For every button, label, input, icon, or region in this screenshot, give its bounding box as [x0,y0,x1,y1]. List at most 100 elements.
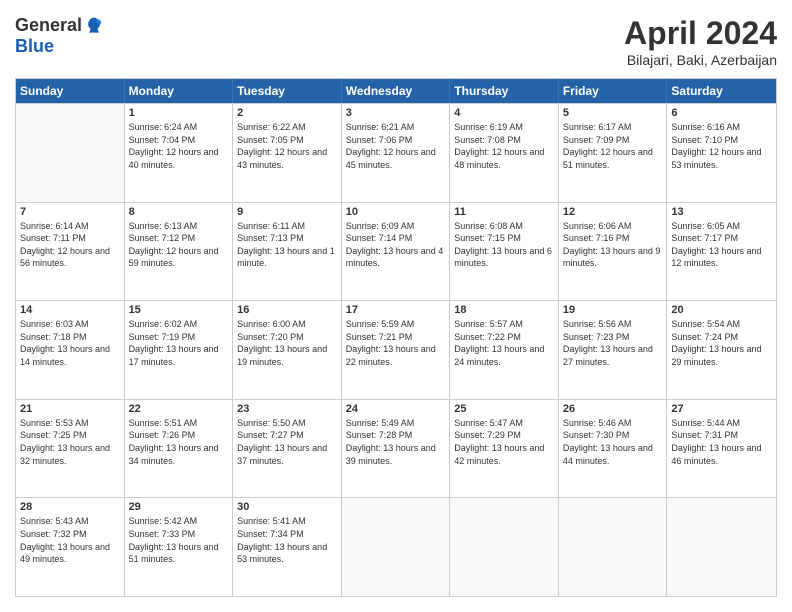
day-cell-27: 27 Sunrise: 5:44 AMSunset: 7:31 PMDayligh… [667,400,776,498]
day-cell-26: 26 Sunrise: 5:46 AMSunset: 7:30 PMDayligh… [559,400,668,498]
day-info: Sunrise: 6:02 AMSunset: 7:19 PMDaylight:… [129,318,229,368]
empty-cell [559,498,668,596]
day-info: Sunrise: 6:08 AMSunset: 7:15 PMDaylight:… [454,220,554,270]
day-cell-28: 28Sunrise: 5:43 AMSunset: 7:32 PMDayligh… [16,498,125,596]
day-number: 28 [20,501,120,513]
day-number: 25 [454,403,554,415]
day-info: Sunrise: 5:50 AMSunset: 7:27 PMDaylight:… [237,417,337,467]
day-number: 27 [671,403,772,415]
empty-cell [667,498,776,596]
day-number: 10 [346,206,446,218]
day-number: 16 [237,304,337,316]
day-cell-6: 6 Sunrise: 6:16 AMSunset: 7:10 PMDaylight… [667,104,776,202]
day-number: 11 [454,206,554,218]
day-info: Sunrise: 6:22 AMSunset: 7:05 PMDaylight:… [237,121,337,171]
header: General Blue April 2024 Bilajari, Baki, … [15,15,777,68]
day-info: Sunrise: 5:44 AMSunset: 7:31 PMDaylight:… [671,417,772,467]
week-row-2: 7Sunrise: 6:14 AMSunset: 7:11 PMDaylight… [16,202,776,301]
day-info: Sunrise: 6:03 AMSunset: 7:18 PMDaylight:… [20,318,120,368]
day-number: 23 [237,403,337,415]
day-info: Sunrise: 5:46 AMSunset: 7:30 PMDaylight:… [563,417,663,467]
header-day-wednesday: Wednesday [342,79,451,103]
calendar-header: SundayMondayTuesdayWednesdayThursdayFrid… [16,79,776,103]
day-number: 2 [237,107,337,119]
day-cell-2: 2 Sunrise: 6:22 AMSunset: 7:05 PMDaylight… [233,104,342,202]
day-cell-23: 23 Sunrise: 5:50 AMSunset: 7:27 PMDayligh… [233,400,342,498]
logo-bird-icon [84,16,104,36]
day-info: Sunrise: 6:16 AMSunset: 7:10 PMDaylight:… [671,121,772,171]
empty-cell [342,498,451,596]
header-day-sunday: Sunday [16,79,125,103]
day-info: Sunrise: 5:59 AMSunset: 7:21 PMDaylight:… [346,318,446,368]
day-cell-3: 3 Sunrise: 6:21 AMSunset: 7:06 PMDaylight… [342,104,451,202]
day-cell-10: 10 Sunrise: 6:09 AMSunset: 7:14 PMDayligh… [342,203,451,301]
day-info: Sunrise: 6:09 AMSunset: 7:14 PMDaylight:… [346,220,446,270]
day-number: 5 [563,107,663,119]
week-row-4: 21 Sunrise: 5:53 AMSunset: 7:25 PMDayligh… [16,399,776,498]
day-info: Sunrise: 5:47 AMSunset: 7:29 PMDaylight:… [454,417,554,467]
empty-cell [16,104,125,202]
day-number: 13 [671,206,772,218]
day-cell-25: 25 Sunrise: 5:47 AMSunset: 7:29 PMDayligh… [450,400,559,498]
day-cell-29: 29 Sunrise: 5:42 AMSunset: 7:33 PMDayligh… [125,498,234,596]
day-cell-8: 8 Sunrise: 6:13 AMSunset: 7:12 PMDaylight… [125,203,234,301]
day-cell-24: 24Sunrise: 5:49 AMSunset: 7:28 PMDayligh… [342,400,451,498]
day-number: 29 [129,501,229,513]
day-number: 6 [671,107,772,119]
day-number: 3 [346,107,446,119]
day-number: 15 [129,304,229,316]
day-info: Sunrise: 5:57 AMSunset: 7:22 PMDaylight:… [454,318,554,368]
day-number: 8 [129,206,229,218]
day-number: 17 [346,304,446,316]
day-info: Sunrise: 6:19 AMSunset: 7:08 PMDaylight:… [454,121,554,171]
day-info: Sunrise: 6:05 AMSunset: 7:17 PMDaylight:… [671,220,772,270]
day-number: 22 [129,403,229,415]
header-day-monday: Monday [125,79,234,103]
day-cell-20: 20 Sunrise: 5:54 AMSunset: 7:24 PMDayligh… [667,301,776,399]
day-info: Sunrise: 5:53 AMSunset: 7:25 PMDaylight:… [20,417,120,467]
day-cell-19: 19Sunrise: 5:56 AMSunset: 7:23 PMDayligh… [559,301,668,399]
day-info: Sunrise: 6:13 AMSunset: 7:12 PMDaylight:… [129,220,229,270]
day-cell-5: 5 Sunrise: 6:17 AMSunset: 7:09 PMDaylight… [559,104,668,202]
day-cell-21: 21 Sunrise: 5:53 AMSunset: 7:25 PMDayligh… [16,400,125,498]
day-info: Sunrise: 6:24 AMSunset: 7:04 PMDaylight:… [129,121,229,171]
day-info: Sunrise: 5:42 AMSunset: 7:33 PMDaylight:… [129,515,229,565]
day-number: 14 [20,304,120,316]
title-area: April 2024 Bilajari, Baki, Azerbaijan [624,15,777,68]
header-day-thursday: Thursday [450,79,559,103]
day-cell-18: 18 Sunrise: 5:57 AMSunset: 7:22 PMDayligh… [450,301,559,399]
day-number: 18 [454,304,554,316]
day-cell-1: 1 Sunrise: 6:24 AMSunset: 7:04 PMDaylight… [125,104,234,202]
week-row-5: 28Sunrise: 5:43 AMSunset: 7:32 PMDayligh… [16,497,776,596]
logo-blue-text: Blue [15,36,54,57]
day-info: Sunrise: 5:41 AMSunset: 7:34 PMDaylight:… [237,515,337,565]
week-row-3: 14 Sunrise: 6:03 AMSunset: 7:18 PMDayligh… [16,300,776,399]
day-info: Sunrise: 5:54 AMSunset: 7:24 PMDaylight:… [671,318,772,368]
day-info: Sunrise: 6:00 AMSunset: 7:20 PMDaylight:… [237,318,337,368]
day-cell-22: 22Sunrise: 5:51 AMSunset: 7:26 PMDayligh… [125,400,234,498]
day-number: 1 [129,107,229,119]
day-cell-14: 14 Sunrise: 6:03 AMSunset: 7:18 PMDayligh… [16,301,125,399]
day-cell-4: 4Sunrise: 6:19 AMSunset: 7:08 PMDaylight… [450,104,559,202]
day-number: 21 [20,403,120,415]
day-cell-17: 17 Sunrise: 5:59 AMSunset: 7:21 PMDayligh… [342,301,451,399]
day-cell-12: 12Sunrise: 6:06 AMSunset: 7:16 PMDayligh… [559,203,668,301]
day-cell-30: 30 Sunrise: 5:41 AMSunset: 7:34 PMDayligh… [233,498,342,596]
month-title: April 2024 [624,15,777,52]
day-number: 30 [237,501,337,513]
day-cell-16: 16 Sunrise: 6:00 AMSunset: 7:20 PMDayligh… [233,301,342,399]
day-number: 9 [237,206,337,218]
day-info: Sunrise: 6:17 AMSunset: 7:09 PMDaylight:… [563,121,663,171]
page: General Blue April 2024 Bilajari, Baki, … [0,0,792,612]
day-number: 20 [671,304,772,316]
week-row-1: 1 Sunrise: 6:24 AMSunset: 7:04 PMDaylight… [16,103,776,202]
day-cell-9: 9Sunrise: 6:11 AMSunset: 7:13 PMDaylight… [233,203,342,301]
empty-cell [450,498,559,596]
day-number: 7 [20,206,120,218]
day-info: Sunrise: 6:21 AMSunset: 7:06 PMDaylight:… [346,121,446,171]
day-number: 26 [563,403,663,415]
day-cell-7: 7Sunrise: 6:14 AMSunset: 7:11 PMDaylight… [16,203,125,301]
calendar-body: 1 Sunrise: 6:24 AMSunset: 7:04 PMDaylight… [16,103,776,596]
calendar: SundayMondayTuesdayWednesdayThursdayFrid… [15,78,777,597]
day-number: 12 [563,206,663,218]
